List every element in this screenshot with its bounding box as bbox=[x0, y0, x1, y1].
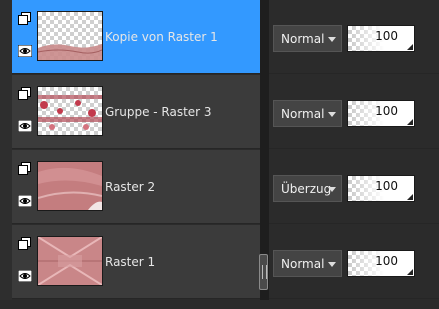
layer-row[interactable]: Kopie von Raster 1 bbox=[12, 0, 260, 74]
layer-thumb-gruppe-raster-3[interactable] bbox=[37, 86, 103, 136]
blend-mode-label: Normal bbox=[281, 257, 325, 271]
opacity-value: 100 bbox=[375, 29, 398, 43]
eye-icon[interactable] bbox=[18, 270, 32, 282]
eye-icon[interactable] bbox=[18, 195, 32, 207]
layer-list: Kopie von Raster 1 Gruppe - Raster 3 Ras… bbox=[12, 0, 260, 300]
scrollbar-handle[interactable] bbox=[259, 254, 268, 290]
layer-name: Gruppe - Raster 3 bbox=[105, 105, 212, 119]
layer-name: Raster 2 bbox=[105, 180, 156, 194]
layer-group-icon[interactable] bbox=[18, 12, 31, 25]
chevron-down-icon bbox=[328, 262, 336, 267]
blend-mode-label: Normal bbox=[281, 107, 325, 121]
layer-icons bbox=[16, 150, 34, 223]
opacity-value: 100 bbox=[375, 179, 398, 193]
bottom-bar bbox=[0, 300, 439, 309]
opacity-value: 100 bbox=[375, 104, 398, 118]
layer-icons bbox=[16, 225, 34, 298]
layer-thumb-raster-1[interactable] bbox=[37, 236, 103, 286]
opacity-field[interactable]: 100 bbox=[347, 250, 415, 277]
blend-mode-label: Überzug bbox=[281, 182, 332, 196]
chevron-down-icon bbox=[328, 187, 336, 192]
left-gutter bbox=[0, 0, 12, 309]
opacity-field[interactable]: 100 bbox=[347, 25, 415, 52]
layer-group-icon[interactable] bbox=[18, 162, 31, 175]
layer-name: Raster 1 bbox=[105, 255, 156, 269]
layer-properties-row: Normal 100 bbox=[269, 75, 439, 149]
resize-corner-icon bbox=[407, 269, 413, 275]
blend-mode-select[interactable]: Normal bbox=[273, 250, 342, 277]
layer-thumb-raster-2[interactable] bbox=[37, 161, 103, 211]
layer-icons bbox=[16, 0, 34, 73]
blend-mode-select[interactable]: Überzug bbox=[273, 175, 342, 202]
chevron-down-icon bbox=[328, 37, 336, 42]
layer-row[interactable]: Raster 1 bbox=[12, 225, 260, 299]
layers-palette: Kopie von Raster 1 Gruppe - Raster 3 Ras… bbox=[0, 0, 439, 309]
opacity-value: 100 bbox=[375, 254, 398, 268]
opacity-field[interactable]: 100 bbox=[347, 100, 415, 127]
eye-icon[interactable] bbox=[18, 120, 32, 132]
layer-properties: Normal 100 Normal 100 Überzug 100 Normal… bbox=[269, 0, 439, 300]
chevron-down-icon bbox=[328, 112, 336, 117]
resize-corner-icon bbox=[407, 119, 413, 125]
eye-icon[interactable] bbox=[18, 45, 32, 57]
layer-group-icon[interactable] bbox=[18, 237, 31, 250]
blend-mode-select[interactable]: Normal bbox=[273, 100, 342, 127]
resize-corner-icon bbox=[407, 194, 413, 200]
layer-thumb-kopie-von-raster-1[interactable] bbox=[37, 11, 103, 61]
layer-properties-row: Überzug 100 bbox=[269, 150, 439, 224]
layer-icons bbox=[16, 75, 34, 148]
resize-corner-icon bbox=[407, 44, 413, 50]
blend-mode-label: Normal bbox=[281, 32, 325, 46]
grip-icon bbox=[262, 265, 267, 279]
layer-properties-row: Normal 100 bbox=[269, 225, 439, 299]
layer-properties-row: Normal 100 bbox=[269, 0, 439, 74]
layer-group-icon[interactable] bbox=[18, 87, 31, 100]
opacity-field[interactable]: 100 bbox=[347, 175, 415, 202]
layer-name: Kopie von Raster 1 bbox=[105, 30, 218, 44]
layer-row[interactable]: Gruppe - Raster 3 bbox=[12, 75, 260, 149]
blend-mode-select[interactable]: Normal bbox=[273, 25, 342, 52]
layer-row[interactable]: Raster 2 bbox=[12, 150, 260, 224]
